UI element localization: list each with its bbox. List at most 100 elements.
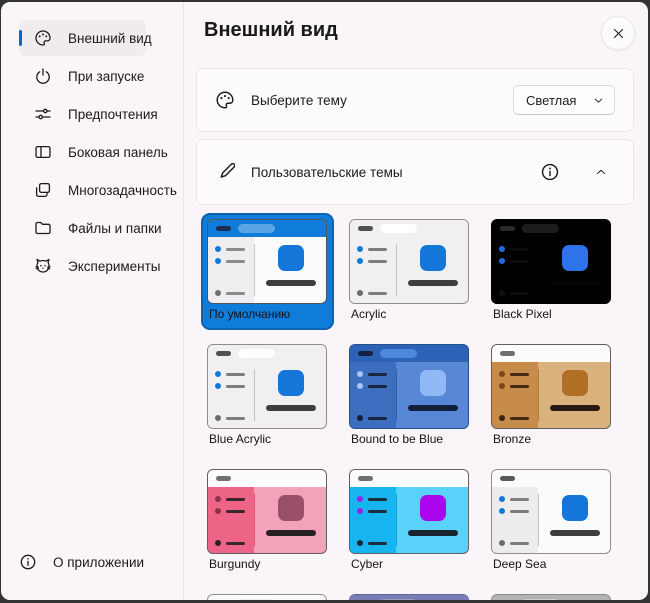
thumb-text-dash bbox=[266, 530, 316, 536]
theme-name: Burgundy bbox=[209, 557, 261, 571]
theme-tile[interactable] bbox=[343, 588, 476, 600]
sidebar-item-label: Внешний вид bbox=[68, 30, 152, 46]
thumb-titlebar bbox=[208, 470, 326, 487]
sidebar-item[interactable]: Внешний вид bbox=[19, 20, 152, 56]
thumb-folder-icon bbox=[278, 495, 304, 521]
thumb-main bbox=[397, 487, 468, 553]
thumb-sidebar bbox=[350, 237, 396, 303]
chevron-down-icon bbox=[592, 94, 605, 107]
power-icon bbox=[34, 67, 52, 85]
sidebar-item[interactable]: Боковая панель bbox=[19, 134, 168, 170]
thumb-titlebar bbox=[208, 595, 326, 600]
theme-name: Blue Acrylic bbox=[209, 432, 272, 446]
thumb-text-dash bbox=[266, 280, 316, 286]
thumb-titlebar bbox=[492, 595, 610, 600]
thumb-folder-icon bbox=[278, 370, 304, 396]
thumb-titlebar-pill bbox=[380, 224, 417, 233]
sliders-icon bbox=[34, 105, 52, 123]
theme-thumbnail bbox=[207, 219, 327, 304]
thumb-titlebar bbox=[492, 220, 610, 237]
thumb-main bbox=[539, 237, 610, 303]
thumb-main bbox=[539, 362, 610, 428]
theme-name: Bound to be Blue bbox=[351, 432, 444, 446]
thumb-sidebar bbox=[492, 487, 538, 553]
thumb-sidebar bbox=[350, 362, 396, 428]
thumb-titlebar bbox=[208, 345, 326, 362]
palette-icon bbox=[215, 90, 235, 110]
info-icon bbox=[540, 162, 560, 182]
thumb-folder-icon bbox=[420, 370, 446, 396]
sidebar-item[interactable]: Эксперименты bbox=[19, 248, 161, 284]
thumb-titlebar-dash bbox=[216, 351, 231, 356]
palette-icon bbox=[34, 29, 52, 47]
thumb-folder-icon bbox=[420, 245, 446, 271]
theme-tile[interactable]: Black Pixel bbox=[485, 213, 618, 330]
chevron-up-icon[interactable] bbox=[594, 165, 608, 179]
theme-tile[interactable]: Burgundy bbox=[201, 463, 334, 580]
thumb-titlebar bbox=[208, 220, 326, 237]
thumb-sidebar bbox=[208, 237, 254, 303]
theme-tile[interactable]: Bronze bbox=[485, 338, 618, 455]
theme-tile[interactable]: Bound to be Blue bbox=[343, 338, 476, 455]
thumb-titlebar bbox=[350, 345, 468, 362]
sidebar-item-label: Многозадачность bbox=[68, 182, 177, 198]
thumb-body bbox=[350, 487, 468, 553]
thumb-body bbox=[350, 362, 468, 428]
thumb-body bbox=[208, 487, 326, 553]
thumb-titlebar-dash bbox=[358, 476, 373, 481]
thumb-folder-icon bbox=[420, 495, 446, 521]
thumb-titlebar-pill bbox=[380, 599, 417, 600]
sidebar-item-label: Боковая панель bbox=[68, 144, 168, 160]
theme-thumbnail bbox=[491, 219, 611, 304]
thumb-sidebar bbox=[208, 487, 254, 553]
sidebar-item[interactable]: Многозадачность bbox=[19, 172, 177, 208]
panel-icon bbox=[34, 143, 52, 161]
theme-name: Bronze bbox=[493, 432, 532, 446]
close-icon bbox=[611, 26, 626, 41]
sidebar-item-label: При запуске bbox=[68, 68, 145, 84]
thumb-titlebar-pill bbox=[522, 224, 559, 233]
info-icon bbox=[19, 553, 37, 571]
thumb-titlebar bbox=[350, 470, 468, 487]
sidebar-item-label: Эксперименты bbox=[68, 258, 161, 274]
thumb-sidebar bbox=[350, 487, 396, 553]
sidebar-item[interactable]: При запуске bbox=[19, 58, 146, 94]
thumb-titlebar-pill bbox=[238, 474, 275, 483]
theme-tile[interactable]: Deep Sea bbox=[485, 463, 618, 580]
sidebar-item[interactable]: Файлы и папки bbox=[19, 210, 162, 246]
theme-dropdown[interactable]: Светлая bbox=[513, 85, 615, 115]
theme-tile[interactable]: Cyber bbox=[343, 463, 476, 580]
theme-name: Black Pixel bbox=[493, 307, 552, 321]
theme-tile[interactable]: Acrylic bbox=[343, 213, 476, 330]
sidebar-item-about[interactable]: О приложении bbox=[19, 544, 146, 580]
thumb-folder-icon bbox=[562, 370, 588, 396]
thumb-titlebar-pill bbox=[522, 474, 559, 483]
theme-thumbnail bbox=[349, 469, 469, 554]
sidebar-item-label: О приложении bbox=[53, 554, 145, 570]
theme-tile[interactable] bbox=[201, 588, 334, 600]
thumb-titlebar bbox=[350, 595, 468, 600]
theme-tile[interactable]: По умолчанию bbox=[201, 213, 334, 330]
thumb-titlebar-dash bbox=[500, 226, 515, 231]
info-button[interactable] bbox=[540, 162, 560, 182]
theme-thumbnail bbox=[207, 594, 327, 600]
sidebar-item-label: Предпочтения bbox=[68, 106, 158, 122]
thumb-folder-icon bbox=[278, 245, 304, 271]
multitask-icon bbox=[34, 181, 52, 199]
thumb-titlebar-dash bbox=[358, 226, 373, 231]
custom-themes-card[interactable]: Пользовательские темы bbox=[196, 139, 634, 205]
sidebar-item[interactable]: Предпочтения bbox=[19, 96, 158, 132]
page-title: Внешний вид bbox=[204, 19, 338, 41]
thumb-titlebar-pill bbox=[380, 474, 417, 483]
thumb-sidebar bbox=[492, 237, 538, 303]
close-button[interactable] bbox=[601, 16, 635, 50]
thumb-body bbox=[208, 362, 326, 428]
thumb-titlebar-dash bbox=[216, 226, 231, 231]
thumb-titlebar-dash bbox=[358, 351, 373, 356]
theme-name: Deep Sea bbox=[493, 557, 547, 571]
selection-accent-bar bbox=[19, 30, 22, 46]
theme-tile[interactable]: Blue Acrylic bbox=[201, 338, 334, 455]
theme-name: Acrylic bbox=[351, 307, 387, 321]
thumb-titlebar-pill bbox=[522, 349, 559, 358]
theme-tile[interactable] bbox=[485, 588, 618, 600]
